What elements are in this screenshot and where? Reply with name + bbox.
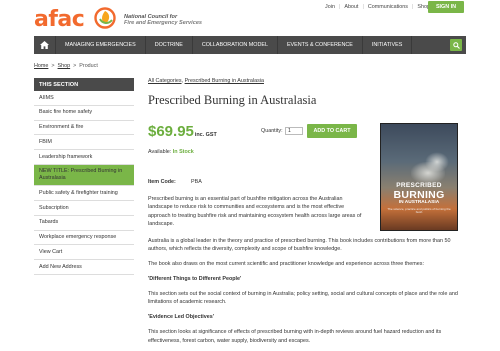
description-paragraph: This section sets out the social context… (148, 291, 458, 306)
item-code-value: PBA (191, 179, 202, 185)
breadcrumb-current: Product (79, 63, 98, 69)
category-link-all[interactable]: All Categories (148, 78, 182, 84)
breadcrumb-separator: > (51, 63, 55, 69)
main-nav: MANAGING EMERGENCIES DOCTRINE COLLABORAT… (34, 36, 466, 54)
logo-tagline: National Council for Fire and Emergency … (124, 14, 202, 27)
product-short-description: Prescribed burning is an essential part … (148, 196, 362, 228)
nav-search-button[interactable] (450, 39, 462, 51)
nav-item-managing-emergencies[interactable]: MANAGING EMERGENCIES (56, 36, 146, 54)
product-categories: All Categories, Prescribed Burning in Au… (148, 78, 464, 84)
cover-title-line3: IN AUSTRALASIA (398, 200, 440, 205)
sidebar-item-workplace-emergency-response[interactable]: Workplace emergency response (34, 230, 134, 246)
breadcrumb-shop[interactable]: Shop (58, 63, 71, 69)
breadcrumb: Home > Shop > Product (34, 63, 98, 69)
description-heading: 'Different Things to Different People' (148, 276, 242, 283)
description-paragraph: This section looks at significance of ef… (148, 329, 442, 344)
product-main: All Categories, Prescribed Burning in Au… (148, 78, 464, 344)
breadcrumb-separator: > (73, 63, 77, 69)
home-icon (40, 41, 49, 49)
price-suffix: inc. GST (194, 132, 217, 138)
sidebar-item-new-title-prescribed-burning[interactable]: NEW TITLE: Prescribed Burning in Austral… (34, 164, 134, 187)
sidebar-item-public-safety-training[interactable]: Public safety & firefighter training (34, 186, 134, 201)
sidebar-item-aiims[interactable]: AIIMS (34, 91, 134, 106)
top-link-communications[interactable]: Communications (368, 4, 408, 10)
sidebar-item-view-cart[interactable]: View Cart (34, 245, 134, 260)
nav-item-doctrine[interactable]: DOCTRINE (146, 36, 193, 54)
tagline-line2: Fire and Emergency Services (124, 20, 203, 27)
cover-subtitle: The science, practice and politics of bu… (387, 207, 451, 215)
top-link-separator: | (362, 4, 364, 10)
category-link-prescribed-burning[interactable]: Prescribed Burning in Australasia (185, 78, 264, 84)
category-separator: , (181, 78, 184, 84)
price-value: $69.95 (148, 123, 194, 140)
section-sidebar: THIS SECTION AIIMS Basic fire home safet… (34, 78, 134, 275)
logo-swirl-icon[interactable] (94, 7, 116, 29)
description-paragraph: Australia is a global leader in the theo… (148, 238, 451, 253)
description-heading: 'Evidence Led Objectives' (148, 314, 215, 321)
sidebar-heading: THIS SECTION (34, 78, 134, 91)
product-price: $69.95inc. GST (148, 123, 217, 140)
cover-title-line2: BURNING (393, 189, 445, 201)
quantity-label: Quantity: (261, 128, 283, 134)
top-link-about[interactable]: About (344, 4, 358, 10)
search-icon (452, 41, 460, 49)
top-link-separator: | (338, 4, 341, 10)
item-code-label: Item Code: (148, 179, 176, 185)
sidebar-item-leadership-framework[interactable]: Leadership framework (34, 150, 134, 165)
product-description: Australia is a global leader in the theo… (148, 237, 464, 351)
breadcrumb-home[interactable]: Home (34, 63, 48, 69)
nav-home[interactable] (34, 36, 56, 54)
top-links: Join | About | Communications | Shop (325, 4, 430, 10)
top-link-separator: | (412, 4, 414, 10)
sidebar-item-basic-fire-home-safety[interactable]: Basic fire home safety (34, 105, 134, 121)
nav-item-initiatives[interactable]: INITIATIVES (363, 36, 413, 54)
item-code: Item Code: PBA (148, 179, 202, 185)
availability: Available: In Stock (148, 149, 194, 155)
description-paragraph: The book also draws on the most current … (148, 261, 424, 268)
logo-wordmark[interactable]: afac (34, 7, 85, 32)
top-link-join[interactable]: Join (325, 4, 335, 10)
sidebar-item-environment-fire[interactable]: Environment & fire (34, 120, 134, 136)
nav-item-events-conference[interactable]: EVENTS & CONFERENCE (278, 36, 363, 54)
sidebar-item-add-new-address[interactable]: Add New Address (34, 260, 134, 275)
product-cover-image[interactable]: PRESCRIBED BURNING IN AUSTRALASIA The sc… (380, 123, 458, 231)
product-title: Prescribed Burning in Australasia (148, 93, 317, 107)
add-to-cart-button[interactable]: ADD TO CART (307, 124, 357, 138)
sidebar-item-fbim[interactable]: FBIM (34, 135, 134, 150)
availability-label: Available: (148, 149, 172, 155)
site-header: afac National Council for Fire and Emerg… (0, 0, 500, 36)
sidebar-item-tabards[interactable]: Tabards (34, 215, 134, 231)
cover-smoke (425, 152, 449, 172)
sidebar-item-subscription[interactable]: Subscription (34, 201, 134, 216)
nav-item-collaboration-model[interactable]: COLLABORATION MODEL (193, 36, 278, 54)
quantity-input[interactable]: 1 (285, 127, 303, 135)
sign-in-button[interactable]: SIGN IN (428, 1, 464, 13)
availability-status: In Stock (172, 149, 194, 155)
